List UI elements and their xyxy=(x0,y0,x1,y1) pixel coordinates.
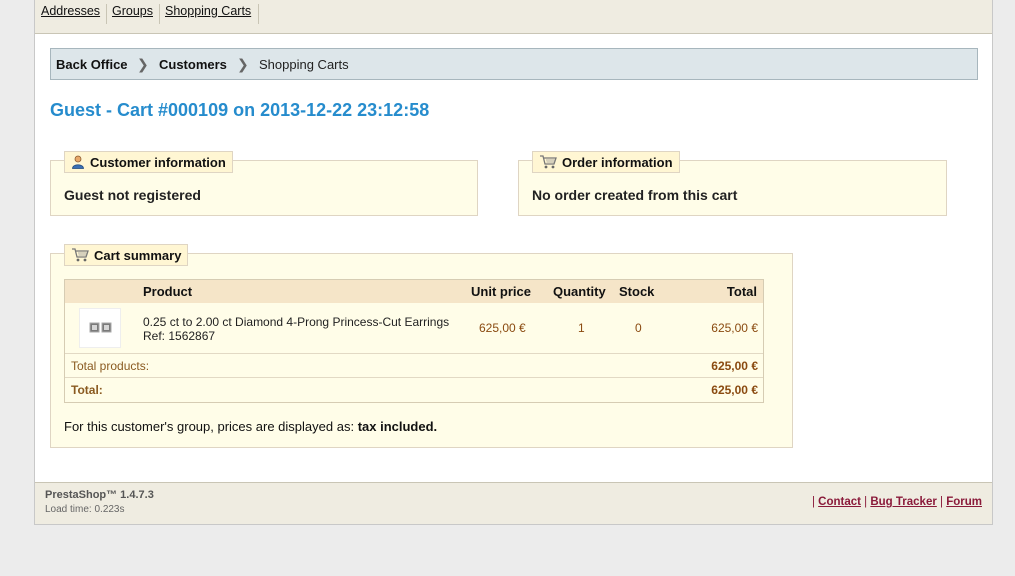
order-info-legend: Order information xyxy=(532,151,680,173)
cart-icon xyxy=(540,155,557,169)
order-info-panel: Order information No order created from … xyxy=(518,151,947,216)
footer-links: | Contact | Bug Tracker | Forum xyxy=(811,496,982,508)
column-header-total: Total xyxy=(726,284,757,299)
customer-info-legend-label: Customer information xyxy=(90,155,226,170)
tab-shopping-carts[interactable]: Shopping Carts xyxy=(165,4,260,24)
footer-link-bug-tracker[interactable]: Bug Tracker xyxy=(870,496,936,508)
page-title: Guest - Cart #000109 on 2013-12-22 23:12… xyxy=(50,100,430,120)
earrings-image-icon xyxy=(89,322,112,333)
quantity-cell: 1 xyxy=(578,321,585,335)
total-products-value: 625,00 € xyxy=(711,359,758,373)
user-icon xyxy=(72,155,84,169)
total-products-label: Total products: xyxy=(71,359,150,373)
customer-info-legend: Customer information xyxy=(64,151,233,173)
footer-load-time: Load time: 0.223s xyxy=(45,504,125,515)
order-info-legend-label: Order information xyxy=(562,155,673,170)
order-info-text: No order created from this cart xyxy=(532,187,738,203)
unit-price-cell: 625,00 € xyxy=(479,321,526,335)
breadcrumb-current: Shopping Carts xyxy=(259,57,349,72)
breadcrumb-back-office[interactable]: Back Office xyxy=(56,57,128,72)
breadcrumb-customers[interactable]: Customers xyxy=(159,57,227,72)
column-header-unit-price: Unit price xyxy=(471,284,531,299)
page: Addresses Groups Shopping Carts Back Off… xyxy=(34,0,993,525)
tax-note: For this customer's group, prices are di… xyxy=(64,419,437,434)
product-thumbnail[interactable] xyxy=(79,308,121,348)
cart-summary-panel: Cart summary Product Unit price Quantity… xyxy=(50,244,793,448)
product-ref: Ref: 1562867 xyxy=(143,329,216,343)
total-value: 625,00 € xyxy=(711,383,758,397)
total-cell: 625,00 € xyxy=(711,321,758,335)
total-label: Total: xyxy=(71,383,103,397)
total-products-row: Total products: 625,00 € xyxy=(65,354,763,378)
breadcrumb-separator-icon: ❯ xyxy=(137,56,149,72)
cart-table: Product Unit price Quantity Stock Total … xyxy=(64,279,764,403)
footer-link-contact[interactable]: Contact xyxy=(818,496,861,508)
footer: PrestaShop™ 1.4.7.3 Load time: 0.223s | … xyxy=(35,482,992,524)
total-row: Total: 625,00 € xyxy=(65,378,763,402)
tab-groups[interactable]: Groups xyxy=(112,4,160,24)
cart-summary-legend: Cart summary xyxy=(64,244,189,266)
footer-version: PrestaShop™ 1.4.7.3 xyxy=(45,489,154,501)
column-header-stock: Stock xyxy=(619,284,655,299)
customer-info-panel: Customer information Guest not registere… xyxy=(50,151,478,216)
sub-navigation: Addresses Groups Shopping Carts xyxy=(35,0,992,34)
cart-table-header: Product Unit price Quantity Stock Total xyxy=(65,280,763,303)
column-header-quantity: Quantity xyxy=(553,284,606,299)
table-row: 0.25 ct to 2.00 ct Diamond 4-Prong Princ… xyxy=(65,303,763,354)
tax-note-prefix: For this customer's group, prices are di… xyxy=(64,419,355,434)
product-name-cell: 0.25 ct to 2.00 ct Diamond 4-Prong Princ… xyxy=(143,315,449,343)
cart-summary-legend-label: Cart summary xyxy=(94,248,182,263)
product-name[interactable]: 0.25 ct to 2.00 ct Diamond 4-Prong Princ… xyxy=(143,315,449,329)
breadcrumb: Back Office ❯ Customers ❯ Shopping Carts xyxy=(50,48,978,80)
column-header-product: Product xyxy=(143,284,193,299)
customer-info-text: Guest not registered xyxy=(64,187,201,203)
stock-cell: 0 xyxy=(635,321,642,335)
cart-icon xyxy=(72,248,89,262)
tab-addresses[interactable]: Addresses xyxy=(41,4,108,24)
tax-note-value: tax included. xyxy=(357,419,438,434)
breadcrumb-separator-icon: ❯ xyxy=(237,56,249,72)
footer-link-forum[interactable]: Forum xyxy=(946,496,982,508)
